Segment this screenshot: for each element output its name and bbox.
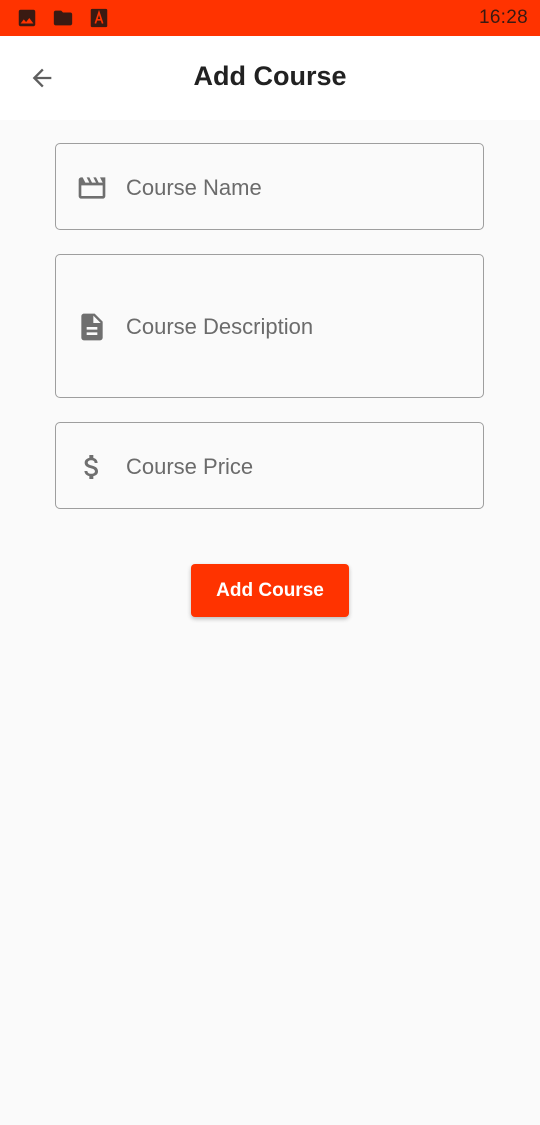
course-description-input[interactable] — [126, 313, 471, 343]
course-name-field[interactable] — [55, 143, 484, 230]
movie-icon — [76, 172, 108, 204]
page-title: Add Course — [193, 61, 347, 91]
document-icon — [76, 311, 108, 343]
image-icon — [18, 9, 36, 27]
status-time: 16:28 — [478, 7, 528, 28]
add-course-button[interactable]: Add Course — [191, 564, 349, 617]
course-price-field[interactable] — [55, 422, 484, 509]
course-price-input[interactable] — [126, 453, 471, 481]
app-bar: Add Course — [0, 36, 540, 120]
status-bar: 16:28 — [0, 0, 540, 36]
pdf-icon — [90, 8, 108, 28]
course-description-field[interactable] — [55, 254, 484, 398]
folder-icon — [53, 10, 73, 26]
course-name-input[interactable] — [126, 174, 471, 202]
dollar-icon — [76, 451, 108, 483]
